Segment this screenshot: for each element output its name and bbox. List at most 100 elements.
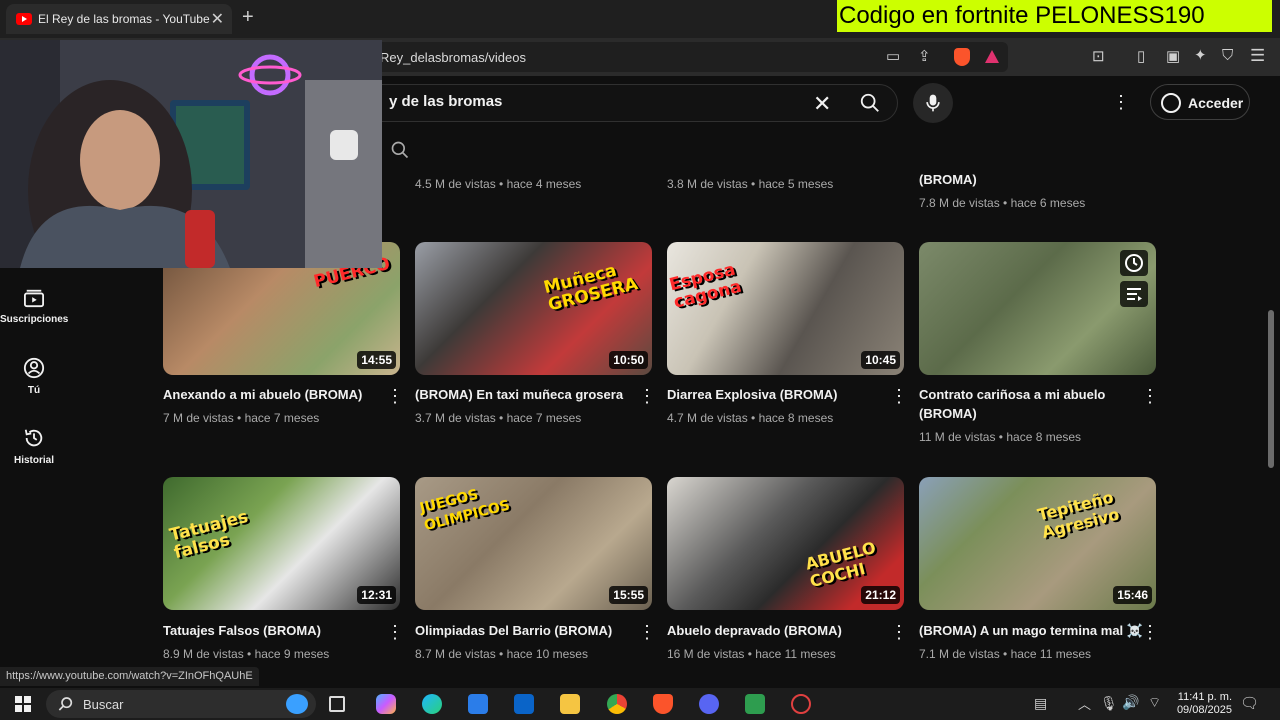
video-thumbnail[interactable]: JUEGOS OLIMPICOS 15:55 [415,477,652,610]
voice-search-button[interactable] [913,83,953,123]
volume-icon[interactable]: 🔊 [1122,694,1139,711]
link-preview-status: https://www.youtube.com/watch?v=ZInOFhQA… [0,667,259,686]
webcam-overlay [0,40,382,268]
search-box[interactable]: ✕ [372,84,898,122]
signin-button[interactable]: Acceder [1150,84,1250,120]
url-field[interactable]: Rey_delasbromas/videos [372,42,1008,72]
share-icon[interactable]: ⇪ [918,47,931,65]
notifications-icon[interactable]: 🗨 [1240,694,1259,712]
taskbar-search[interactable]: Buscar [46,690,316,718]
video-meta: 8.7 M de vistas • hace 10 meses [415,647,588,661]
brave-shields-icon[interactable] [954,48,970,66]
video-thumbnail[interactable]: Tatuajes falsos 12:31 [163,477,400,610]
video-title[interactable]: Diarrea Explosiva (BROMA) [667,385,877,404]
video-title[interactable]: (BROMA) En taxi muñeca grosera [415,385,625,404]
user-icon [23,357,45,379]
microphone-tray-icon[interactable]: 🎙 [1100,695,1118,712]
search-input[interactable] [389,93,809,110]
windows-start-icon[interactable] [15,696,31,712]
leo-ai-icon[interactable]: ✦ [1194,46,1207,64]
sidebar-item-history[interactable]: Historial [0,427,68,466]
video-title[interactable]: Contrato cariñosa a mi abuelo (BROMA) [919,385,1129,423]
streamer-webcam-image [0,40,382,268]
video-menu-icon[interactable]: ⋮ [638,622,656,643]
network-icon[interactable]: ⌔ [1148,694,1161,712]
video-menu-icon[interactable]: ⋮ [890,386,908,407]
video-menu-icon[interactable]: ⋮ [638,386,656,407]
sidebar-item-subscriptions[interactable]: Suscripciones [0,288,68,325]
system-clock[interactable]: 11:41 p. m. 09/08/2025 [1168,691,1232,717]
close-tab-icon[interactable]: ✕ [211,9,224,29]
video-meta: 7 M de vistas • hace 7 meses [163,411,320,425]
news-widget-icon[interactable]: ▤ [1034,695,1047,712]
cast-icon[interactable]: ▭ [886,47,900,65]
show-hidden-icons-chevron-icon[interactable]: ︿ [1078,694,1091,713]
video-duration: 14:55 [357,351,396,369]
video-meta: 3.8 M de vistas • hace 5 meses [667,177,834,191]
video-meta: 8.9 M de vistas • hace 9 meses [163,647,330,661]
taskbar-search-icon [58,697,73,711]
edge-icon[interactable] [422,694,442,714]
sidebar-item-you[interactable]: Tú [0,357,68,396]
tab-search-icon[interactable]: ⊡ [1092,47,1105,65]
store-icon[interactable] [468,694,488,714]
video-meta: 4.7 M de vistas • hace 8 meses [667,411,834,425]
brave-taskbar-icon[interactable] [653,694,673,714]
brave-rewards-icon[interactable] [985,50,999,63]
video-thumbnail[interactable]: ABUELO COCHI 21:12 [667,477,904,610]
settings-kebab-icon[interactable]: ⋮ [1112,92,1130,113]
account-icon [1161,93,1181,113]
video-meta: 16 M de vistas • hace 11 meses [667,647,836,661]
url-text: Rey_delasbromas/videos [380,50,526,65]
add-to-queue-icon[interactable] [1120,281,1148,307]
task-view-icon[interactable] [329,696,345,712]
video-title[interactable]: Olimpiadas Del Barrio (BROMA) [415,621,625,640]
microphone-icon [926,94,940,112]
video-menu-icon[interactable]: ⋮ [386,622,404,643]
youtube-favicon-icon [16,13,32,25]
video-menu-icon[interactable]: ⋮ [890,622,908,643]
file-explorer-icon[interactable] [560,694,580,714]
video-thumbnail[interactable]: Tepiteño Agresivo 15:46 [919,477,1156,610]
chrome-icon[interactable] [607,694,627,714]
video-menu-icon[interactable]: ⋮ [1141,622,1159,643]
outlook-icon[interactable] [514,694,534,714]
clear-search-icon[interactable]: ✕ [813,91,831,117]
video-title[interactable]: Anexando a mi abuelo (BROMA) [163,385,373,404]
video-thumbnail[interactable]: Esposa cagona 10:45 [667,242,904,375]
video-title[interactable]: (BROMA) A un mago termina mal ☠️ [919,621,1144,640]
taskbar-search-label: Buscar [83,697,124,712]
thumbnail-caption: Esposa cagona [667,259,744,313]
search-button[interactable] [853,89,893,117]
video-thumbnail[interactable]: Muñeca GROSERA 10:50 [415,242,652,375]
search-suggestions[interactable] [372,130,898,170]
new-tab-icon[interactable]: + [242,6,254,29]
watch-later-icon[interactable] [1120,250,1148,276]
video-title[interactable]: (BROMA) [919,170,1129,189]
vpn-shield-icon[interactable]: ⛉ [1222,47,1233,64]
browser-tab-youtube[interactable]: El Rey de las bromas - YouTube ✕ [6,4,232,34]
video-meta: 11 M de vistas • hace 8 meses [919,430,1082,444]
video-title[interactable]: Tatuajes Falsos (BROMA) [163,621,373,640]
page-scrollbar[interactable] [1268,310,1274,468]
thumbnail-caption: Tepiteño Agresivo [1035,487,1122,543]
video-menu-icon[interactable]: ⋮ [386,386,404,407]
sidebar-toggle-icon[interactable]: ▯ [1137,47,1145,65]
discord-icon[interactable] [699,694,719,714]
sidebar-item-label: Historial [13,455,54,466]
history-icon [24,429,43,447]
spreadsheet-icon[interactable] [745,694,765,714]
tab-title: El Rey de las bromas - YouTube [38,12,210,26]
recorder-icon[interactable] [791,694,811,714]
menu-icon[interactable]: ☰ [1250,46,1265,66]
clock-date: 09/08/2025 [1176,704,1232,716]
video-menu-icon[interactable]: ⋮ [1141,386,1159,407]
promo-banner: Codigo en fortnite PELONESS190 [837,0,1272,32]
wallet-icon[interactable]: ▣ [1166,47,1180,65]
thumbnail-caption: ABUELO COCHI [803,537,878,592]
copilot-icon[interactable] [376,694,396,714]
video-duration: 21:12 [861,586,900,604]
video-thumbnail-hovered[interactable] [919,242,1156,375]
video-meta: 4.5 M de vistas • hace 4 meses [415,177,582,191]
video-title[interactable]: Abuelo depravado (BROMA) [667,621,877,640]
